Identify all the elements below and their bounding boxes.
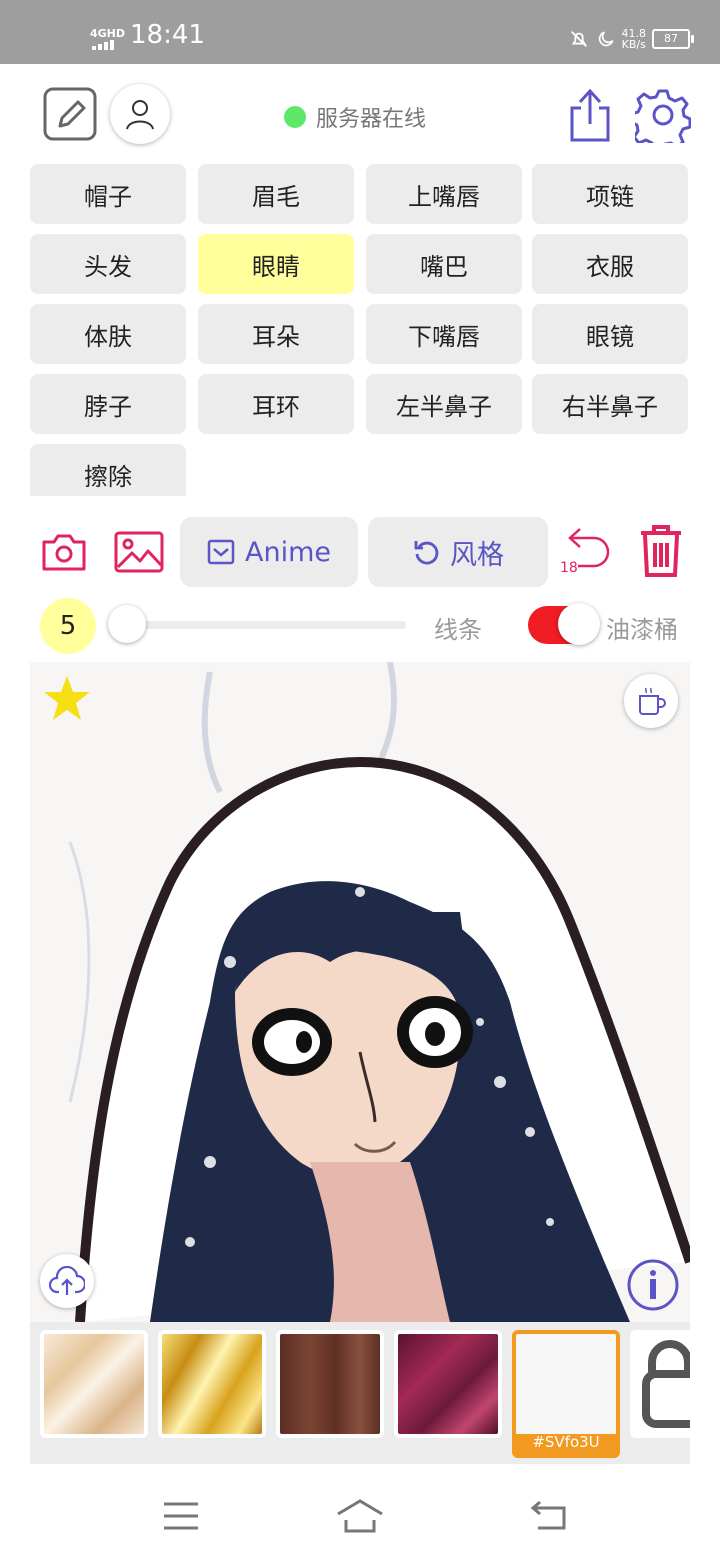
undo-count: 18 xyxy=(560,560,578,576)
status-icons: 41.8 KB/s 87 xyxy=(568,24,694,54)
image-icon[interactable] xyxy=(114,528,164,576)
mail-icon xyxy=(207,539,235,565)
chip-ears[interactable]: 耳朵 xyxy=(198,304,354,364)
drawing-canvas[interactable] xyxy=(30,662,690,1322)
lock-icon xyxy=(642,1340,690,1428)
speed-unit: KB/s xyxy=(621,38,646,51)
bucket-label: 油漆桶 xyxy=(606,616,678,644)
chip-left-nose[interactable]: 左半鼻子 xyxy=(366,374,522,434)
locked-swatch[interactable] xyxy=(630,1330,690,1438)
server-status-label: 服务器在线 xyxy=(316,107,427,132)
chip-upper-lip[interactable]: 上嘴唇 xyxy=(366,164,522,224)
home-icon[interactable] xyxy=(336,1498,384,1534)
anime-label: Anime xyxy=(245,536,331,568)
texture-swatch[interactable] xyxy=(40,1330,148,1438)
chip-eyes[interactable]: 眼睛 xyxy=(198,234,354,294)
chip-lower-lip[interactable]: 下嘴唇 xyxy=(366,304,522,364)
texture-swatch[interactable] xyxy=(394,1330,502,1438)
server-status: 服务器在线 xyxy=(284,101,426,133)
bell-off-icon xyxy=(570,31,587,47)
chip-erase[interactable]: 擦除 xyxy=(30,444,186,496)
texture-swatch-selected[interactable]: #SVfo3U xyxy=(512,1330,620,1458)
brush-size-slider[interactable] xyxy=(118,621,406,629)
slider-thumb[interactable] xyxy=(108,605,146,643)
system-nav-bar xyxy=(0,1464,720,1560)
chip-clothes[interactable]: 衣服 xyxy=(532,234,688,294)
anime-portrait xyxy=(30,662,690,1322)
menu-icon[interactable] xyxy=(162,1500,200,1532)
gear-icon[interactable] xyxy=(634,86,692,144)
line-mode-label[interactable]: 线条 xyxy=(434,610,482,645)
battery-icon: 87 xyxy=(652,29,694,49)
moon-icon xyxy=(598,31,613,47)
online-indicator xyxy=(284,106,306,128)
chip-erase-label: 擦除 xyxy=(84,463,132,491)
bucket-toggle-thumb[interactable] xyxy=(558,603,600,645)
share-icon[interactable] xyxy=(562,86,618,142)
texture-swatch[interactable] xyxy=(158,1330,266,1438)
coffee-icon[interactable] xyxy=(624,674,678,728)
chip-glasses[interactable]: 眼镜 xyxy=(532,304,688,364)
user-icon[interactable] xyxy=(110,84,170,144)
back-icon[interactable] xyxy=(528,1500,568,1532)
undo-button[interactable]: 18 xyxy=(556,524,616,580)
chip-earrings[interactable]: 耳环 xyxy=(198,374,354,434)
anime-button[interactable]: Anime xyxy=(180,517,358,587)
chip-necklace[interactable]: 项链 xyxy=(532,164,688,224)
chip-eyebrow[interactable]: 眉毛 xyxy=(198,164,354,224)
brush-size-badge: 5 xyxy=(40,598,96,654)
chip-neck[interactable]: 脖子 xyxy=(30,374,186,434)
upload-cloud-icon[interactable] xyxy=(40,1254,94,1308)
trash-icon[interactable] xyxy=(634,522,688,580)
signal-icon xyxy=(92,40,114,50)
chip-right-nose[interactable]: 右半鼻子 xyxy=(532,374,688,434)
camera-icon[interactable] xyxy=(40,528,88,576)
edit-icon[interactable] xyxy=(42,86,98,142)
chip-mouth[interactable]: 嘴巴 xyxy=(366,234,522,294)
style-button[interactable]: 风格 xyxy=(368,517,548,587)
chip-hat[interactable]: 帽子 xyxy=(30,164,186,224)
style-label: 风格 xyxy=(450,539,504,571)
status-bar: 4GHD 18:41 41.8 KB/s 87 xyxy=(0,0,720,64)
chip-skin[interactable]: 体肤 xyxy=(30,304,186,364)
swatch-code: #SVfo3U xyxy=(532,1433,600,1451)
network-speed: 41.8 KB/s xyxy=(622,28,647,50)
texture-swatch[interactable] xyxy=(276,1330,384,1438)
info-icon[interactable] xyxy=(626,1258,680,1312)
refresh-icon xyxy=(414,541,439,565)
clock: 18:41 xyxy=(130,20,205,50)
texture-palette: #SVfo3U xyxy=(30,1322,690,1464)
star-icon[interactable] xyxy=(42,674,92,722)
chip-hair[interactable]: 头发 xyxy=(30,234,186,294)
